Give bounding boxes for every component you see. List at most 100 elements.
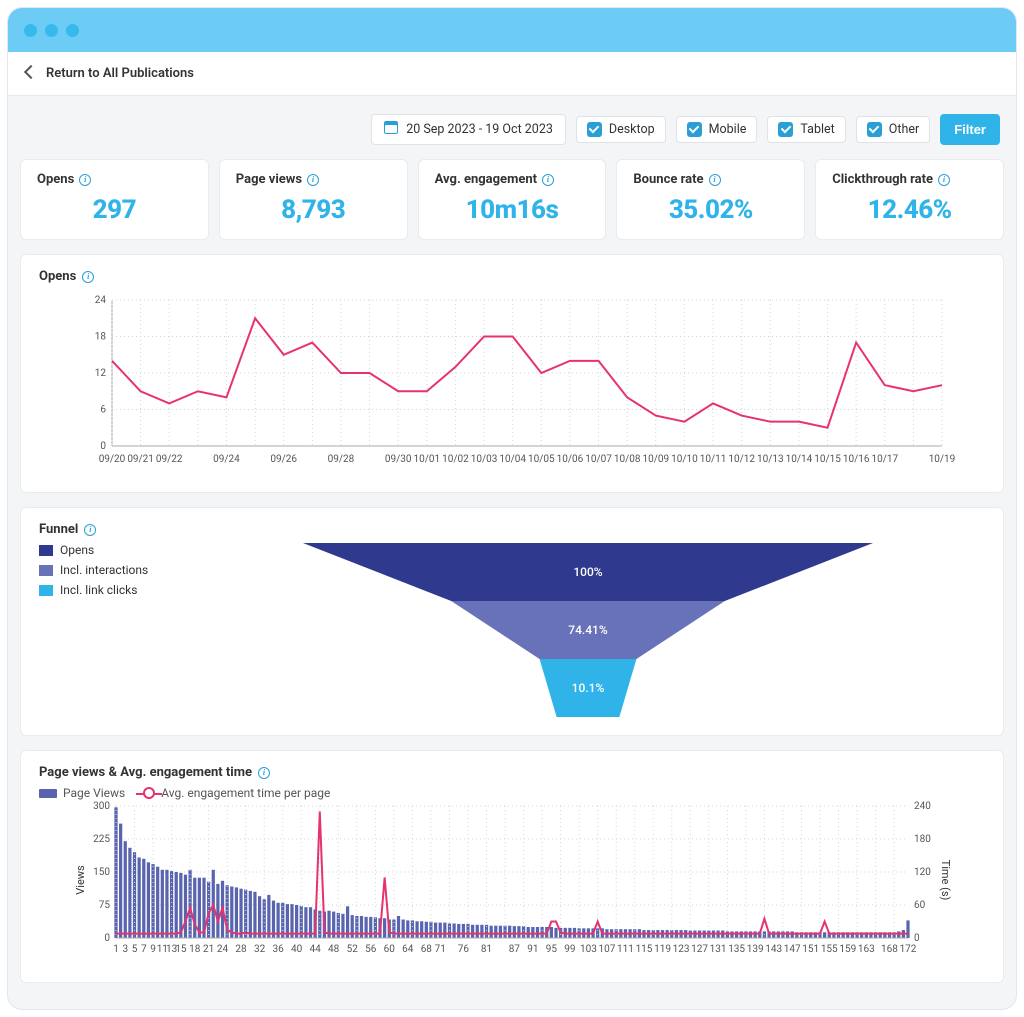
info-icon[interactable] — [709, 174, 721, 186]
svg-text:143: 143 — [765, 944, 782, 955]
svg-text:151: 151 — [802, 944, 819, 955]
checkbox-icon — [587, 122, 602, 137]
kpi-clickthrough-rate: Clickthrough rate 12.46% — [815, 159, 1004, 240]
svg-text:60: 60 — [914, 900, 926, 911]
panel-title: Funnel — [39, 522, 78, 537]
svg-text:139: 139 — [747, 944, 764, 955]
kpi-row: Opens 297 Page views 8,793 Avg. engageme… — [20, 159, 1004, 240]
svg-text:99: 99 — [564, 944, 575, 955]
date-range-value: 20 Sep 2023 - 19 Oct 2023 — [406, 122, 553, 137]
svg-text:147: 147 — [784, 944, 801, 955]
info-icon[interactable] — [84, 524, 96, 536]
window-dot — [24, 24, 37, 37]
window-dot — [66, 24, 79, 37]
svg-text:60: 60 — [384, 944, 396, 955]
svg-text:36: 36 — [272, 944, 284, 955]
svg-text:09/21: 09/21 — [127, 454, 154, 465]
svg-text:44: 44 — [310, 944, 322, 955]
legend-label: Avg. engagement time per page — [161, 786, 330, 800]
svg-text:81: 81 — [481, 944, 492, 955]
checkbox-desktop[interactable]: Desktop — [576, 116, 666, 143]
return-link[interactable]: Return to All Publications — [46, 66, 194, 81]
calendar-icon — [384, 121, 398, 138]
date-range-picker[interactable]: 20 Sep 2023 - 19 Oct 2023 — [371, 114, 566, 145]
checkbox-label: Mobile — [709, 122, 747, 137]
kpi-avg-engagement: Avg. engagement 10m16s — [418, 159, 607, 240]
svg-text:12: 12 — [95, 368, 107, 379]
svg-text:3: 3 — [122, 944, 128, 955]
svg-text:7: 7 — [141, 944, 147, 955]
svg-text:9: 9 — [150, 944, 156, 955]
opens-chart-panel: Opens 0612182409/2009/2109/2209/2409/260… — [20, 254, 1004, 493]
svg-text:28: 28 — [235, 944, 247, 955]
svg-text:10/09: 10/09 — [642, 454, 669, 465]
svg-text:52: 52 — [347, 944, 359, 955]
svg-text:09/26: 09/26 — [270, 454, 297, 465]
svg-text:95: 95 — [546, 944, 558, 955]
svg-text:10/10: 10/10 — [671, 454, 698, 465]
info-icon[interactable] — [79, 174, 91, 186]
svg-text:09/20: 09/20 — [99, 454, 126, 465]
svg-text:10/19: 10/19 — [929, 454, 956, 465]
svg-text:68: 68 — [421, 944, 433, 955]
svg-text:163: 163 — [858, 944, 875, 955]
checkbox-icon — [778, 122, 793, 137]
kpi-value: 12.46% — [832, 195, 987, 225]
svg-text:111: 111 — [617, 944, 634, 955]
svg-text:24: 24 — [95, 295, 107, 306]
svg-text:0: 0 — [914, 933, 920, 944]
svg-text:107: 107 — [599, 944, 616, 955]
checkbox-label: Tablet — [800, 122, 834, 137]
pageviews-legend: Page Views Avg. engagement time per page — [39, 786, 985, 800]
checkbox-tablet[interactable]: Tablet — [767, 116, 845, 143]
svg-text:76: 76 — [458, 944, 470, 955]
kpi-opens: Opens 297 — [20, 159, 209, 240]
svg-text:56: 56 — [365, 944, 377, 955]
opens-line-chart: 0612182409/2009/2109/2209/2409/2609/2809… — [39, 290, 985, 470]
info-icon[interactable] — [542, 174, 554, 186]
info-icon[interactable] — [307, 174, 319, 186]
svg-text:87: 87 — [509, 944, 521, 955]
checkbox-icon — [687, 122, 702, 137]
svg-text:40: 40 — [291, 944, 303, 955]
svg-text:168: 168 — [881, 944, 898, 955]
chevron-left-icon[interactable] — [26, 66, 36, 81]
svg-text:10/15: 10/15 — [814, 454, 841, 465]
info-icon[interactable] — [938, 174, 950, 186]
svg-text:09/22: 09/22 — [156, 454, 183, 465]
svg-text:0: 0 — [104, 933, 110, 944]
svg-text:123: 123 — [673, 944, 690, 955]
svg-text:09/30: 09/30 — [385, 454, 412, 465]
kpi-value: 10m16s — [435, 195, 590, 225]
svg-text:115: 115 — [636, 944, 653, 955]
funnel-segment-link-clicks: 10.1% — [303, 659, 873, 717]
svg-text:24: 24 — [217, 944, 229, 955]
svg-text:127: 127 — [691, 944, 708, 955]
svg-text:10/06: 10/06 — [557, 454, 584, 465]
legend-marker — [143, 787, 155, 799]
filter-button[interactable]: Filter — [940, 114, 1000, 145]
info-icon[interactable] — [258, 767, 270, 779]
kpi-label: Bounce rate — [633, 172, 703, 187]
svg-text:91: 91 — [527, 944, 538, 955]
svg-text:10/11: 10/11 — [700, 454, 727, 465]
svg-text:103: 103 — [580, 944, 597, 955]
svg-text:240: 240 — [914, 801, 931, 812]
controls-row: 20 Sep 2023 - 19 Oct 2023 Desktop Mobile… — [20, 108, 1004, 159]
funnel-value: 100% — [573, 565, 602, 579]
svg-text:180: 180 — [914, 834, 931, 845]
svg-text:10/01: 10/01 — [414, 454, 441, 465]
dashboard-content: 20 Sep 2023 - 19 Oct 2023 Desktop Mobile… — [8, 96, 1016, 1009]
svg-text:159: 159 — [839, 944, 856, 955]
funnel-legend: Opens Incl. interactions Incl. link clic… — [39, 543, 179, 717]
pageviews-combo-chart: 075150225300060120180240ViewsTime (s)135… — [39, 800, 985, 960]
checkbox-label: Other — [889, 122, 919, 137]
info-icon[interactable] — [82, 271, 94, 283]
svg-text:10/04: 10/04 — [499, 454, 526, 465]
svg-text:10/14: 10/14 — [786, 454, 813, 465]
checkbox-mobile[interactable]: Mobile — [676, 116, 758, 143]
svg-text:Views: Views — [74, 865, 87, 895]
funnel-segment-interactions: 74.41% — [303, 601, 873, 659]
checkbox-other[interactable]: Other — [856, 116, 930, 143]
svg-text:10/16: 10/16 — [843, 454, 870, 465]
